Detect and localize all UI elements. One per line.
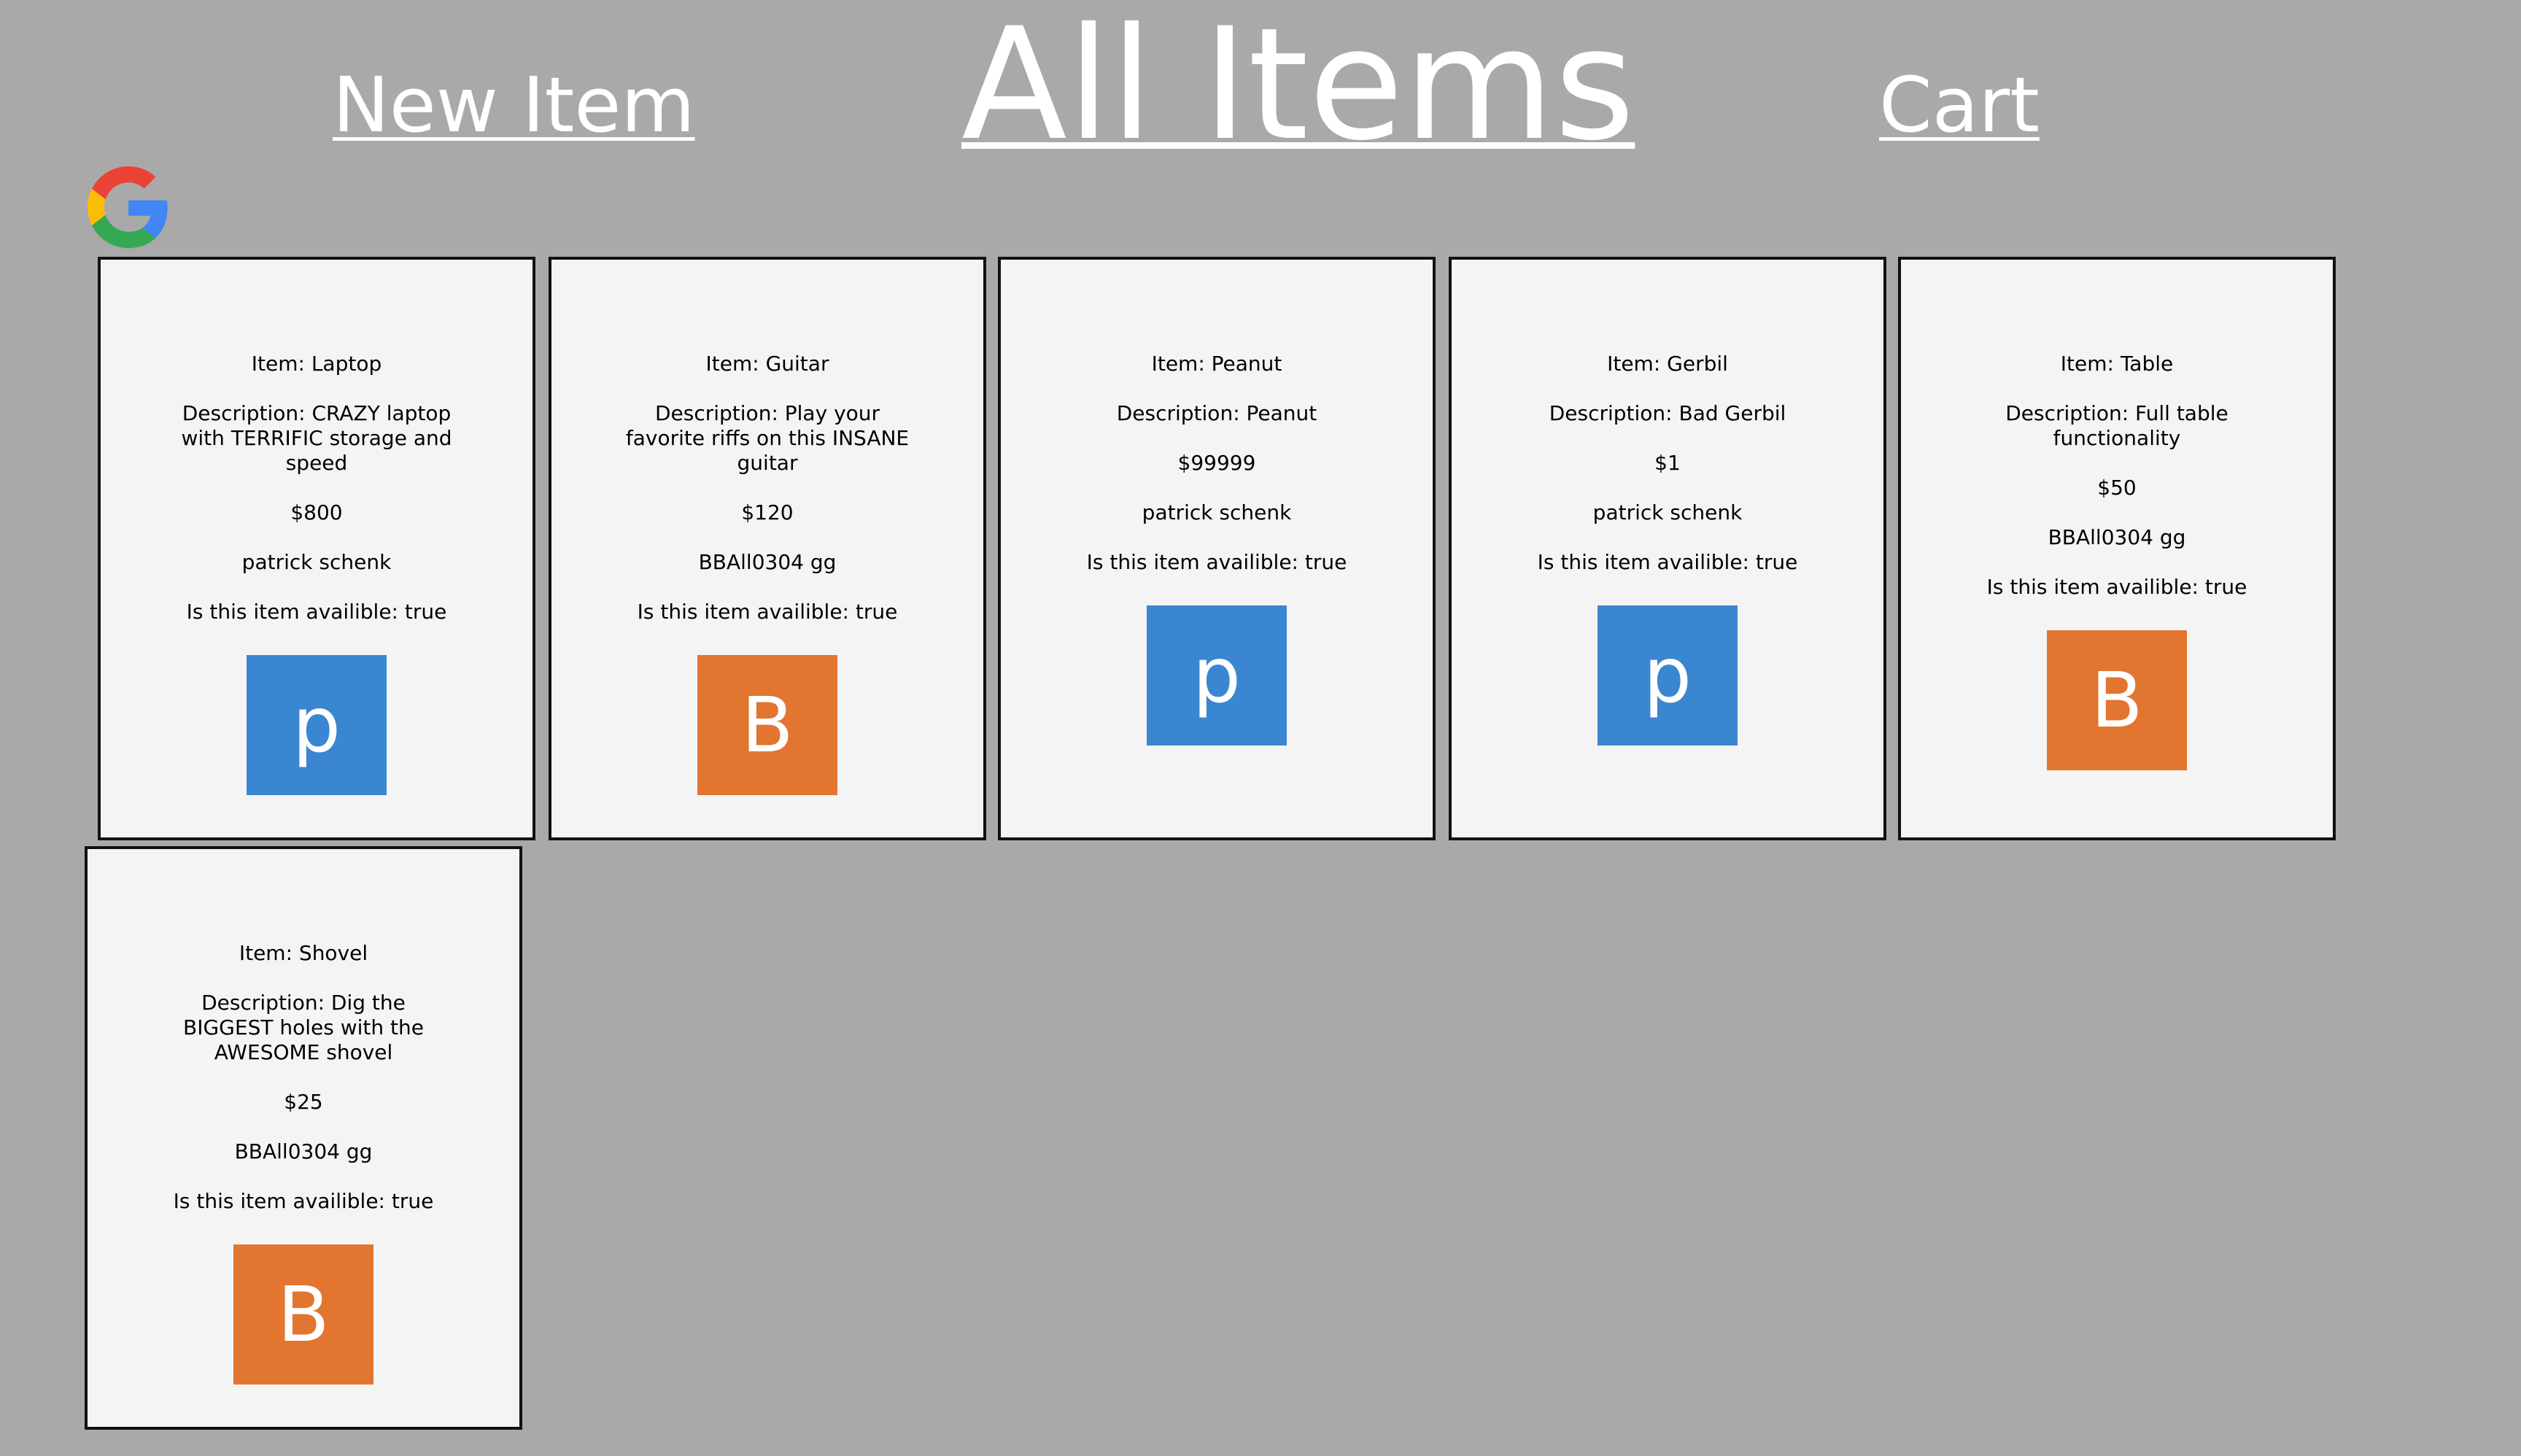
- item-seller: patrick schenk: [1592, 500, 1743, 524]
- item-card-guitar: Item: Guitar Description: Play your favo…: [549, 257, 986, 840]
- item-price: $800: [290, 500, 343, 524]
- seller-avatar[interactable]: B: [697, 655, 837, 795]
- google-logo-icon[interactable]: [88, 166, 169, 248]
- new-item-link[interactable]: New Item: [333, 67, 695, 143]
- item-name: Item: Table: [2060, 352, 2174, 376]
- seller-avatar[interactable]: p: [1147, 605, 1287, 746]
- item-card-table: Item: Table Description: Full table func…: [1898, 257, 2336, 840]
- item-seller: BBAll0304 gg: [234, 1139, 373, 1163]
- item-description: Description: Full table functionality: [2005, 401, 2228, 450]
- item-price: $25: [284, 1090, 323, 1114]
- item-availability: Is this item availible: true: [637, 600, 898, 624]
- all-items-link[interactable]: All Items: [961, 7, 1635, 162]
- item-name: Item: Gerbil: [1607, 352, 1728, 376]
- seller-avatar[interactable]: B: [2047, 630, 2187, 770]
- item-seller: BBAll0304 gg: [2048, 525, 2186, 549]
- item-price: $120: [741, 500, 794, 524]
- item-card-shovel: Item: Shovel Description: Dig the BIGGES…: [85, 846, 522, 1430]
- item-seller: BBAll0304 gg: [698, 550, 837, 574]
- item-price: $50: [2097, 476, 2137, 500]
- seller-avatar[interactable]: p: [1598, 605, 1738, 746]
- item-availability: Is this item availible: true: [1537, 550, 1798, 574]
- item-availability: Is this item availible: true: [1086, 550, 1347, 574]
- item-name: Item: Peanut: [1151, 352, 1282, 376]
- item-description: Description: Bad Gerbil: [1549, 401, 1786, 425]
- item-price: $99999: [1177, 451, 1256, 475]
- item-description: Description: Play your favorite riffs on…: [625, 401, 910, 475]
- item-name: Item: Laptop: [251, 352, 382, 376]
- item-name: Item: Guitar: [705, 352, 829, 376]
- item-card-peanut: Item: Peanut Description: Peanut $99999 …: [998, 257, 1436, 840]
- item-seller: patrick schenk: [1142, 500, 1292, 524]
- item-seller: patrick schenk: [241, 550, 392, 574]
- item-description: Description: CRAZY laptop with TERRIFIC …: [181, 401, 452, 475]
- item-availability: Is this item availible: true: [173, 1189, 434, 1213]
- item-card-gerbil: Item: Gerbil Description: Bad Gerbil $1 …: [1449, 257, 1886, 840]
- item-card-laptop: Item: Laptop Description: CRAZY laptop w…: [98, 257, 535, 840]
- item-name: Item: Shovel: [239, 941, 368, 965]
- item-availability: Is this item availible: true: [1986, 575, 2247, 599]
- seller-avatar[interactable]: B: [233, 1244, 373, 1385]
- item-description: Description: Peanut: [1116, 401, 1317, 425]
- item-price: $1: [1654, 451, 1681, 475]
- seller-avatar[interactable]: p: [247, 655, 387, 795]
- item-description: Description: Dig the BIGGEST holes with …: [183, 991, 424, 1064]
- item-availability: Is this item availible: true: [186, 600, 447, 624]
- cart-link[interactable]: Cart: [1879, 67, 2040, 143]
